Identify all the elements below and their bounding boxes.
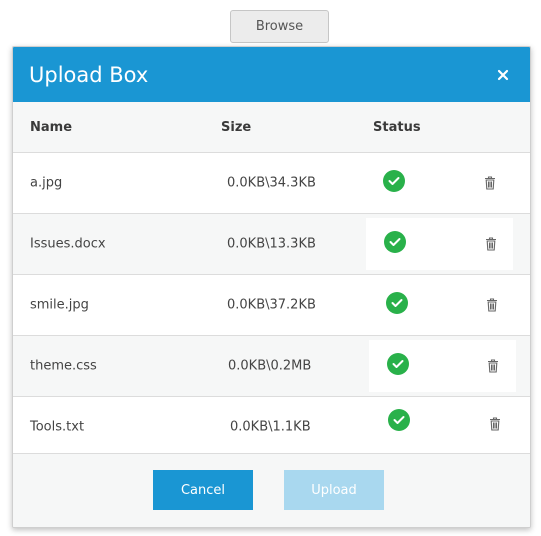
- file-size: 0.0KB\37.2KB: [227, 297, 316, 313]
- file-name: theme.css: [30, 358, 97, 374]
- upload-button-label: Upload: [311, 482, 357, 498]
- trash-icon[interactable]: [489, 417, 501, 431]
- column-header-status: Status: [373, 119, 421, 135]
- cancel-button[interactable]: Cancel: [153, 470, 253, 510]
- column-header-name: Name: [30, 119, 73, 135]
- table-row: Tools.txt 0.0KB\1.1KB: [13, 397, 530, 458]
- table-row: Issues.docx 0.0KB\13.3KB: [13, 214, 530, 275]
- file-name: smile.jpg: [30, 297, 89, 313]
- trash-icon[interactable]: [485, 237, 497, 251]
- column-header-size: Size: [221, 119, 252, 135]
- upload-dialog: Upload Box Name Size Status a.jpg 0.0KB\…: [12, 46, 531, 528]
- success-check-icon: [387, 353, 409, 375]
- file-size: 0.0KB\34.3KB: [227, 175, 316, 191]
- upload-button[interactable]: Upload: [284, 470, 384, 510]
- file-name: a.jpg: [30, 175, 63, 191]
- file-name: Issues.docx: [30, 236, 106, 252]
- file-size: 0.0KB\0.2MB: [228, 358, 312, 374]
- dialog-title: Upload Box: [29, 62, 149, 87]
- dialog-header: Upload Box: [13, 47, 530, 102]
- trash-icon[interactable]: [486, 298, 498, 312]
- file-size: 0.0KB\13.3KB: [227, 236, 316, 252]
- browse-button[interactable]: Browse: [230, 10, 329, 43]
- trash-icon[interactable]: [487, 359, 499, 373]
- success-check-icon: [383, 170, 405, 192]
- table-row: smile.jpg 0.0KB\37.2KB: [13, 275, 530, 336]
- table-row: theme.css 0.0KB\0.2MB: [13, 336, 530, 397]
- cancel-button-label: Cancel: [180, 482, 226, 498]
- page: Browse Upload Box Name Size Status a.jpg…: [0, 0, 541, 536]
- success-check-icon: [384, 231, 406, 253]
- success-check-icon: [388, 409, 410, 431]
- dialog-footer: Cancel Upload: [13, 453, 530, 527]
- file-name: Tools.txt: [30, 419, 85, 435]
- browse-button-label: Browse: [255, 19, 304, 34]
- table-header: Name Size Status: [13, 102, 530, 153]
- trash-icon[interactable]: [484, 176, 496, 190]
- close-icon[interactable]: [496, 68, 510, 82]
- table-row: a.jpg 0.0KB\34.3KB: [13, 153, 530, 214]
- success-check-icon: [386, 292, 408, 314]
- file-list: a.jpg 0.0KB\34.3KB Issues.docx 0.0KB\13.…: [13, 153, 530, 458]
- file-size: 0.0KB\1.1KB: [230, 419, 311, 435]
